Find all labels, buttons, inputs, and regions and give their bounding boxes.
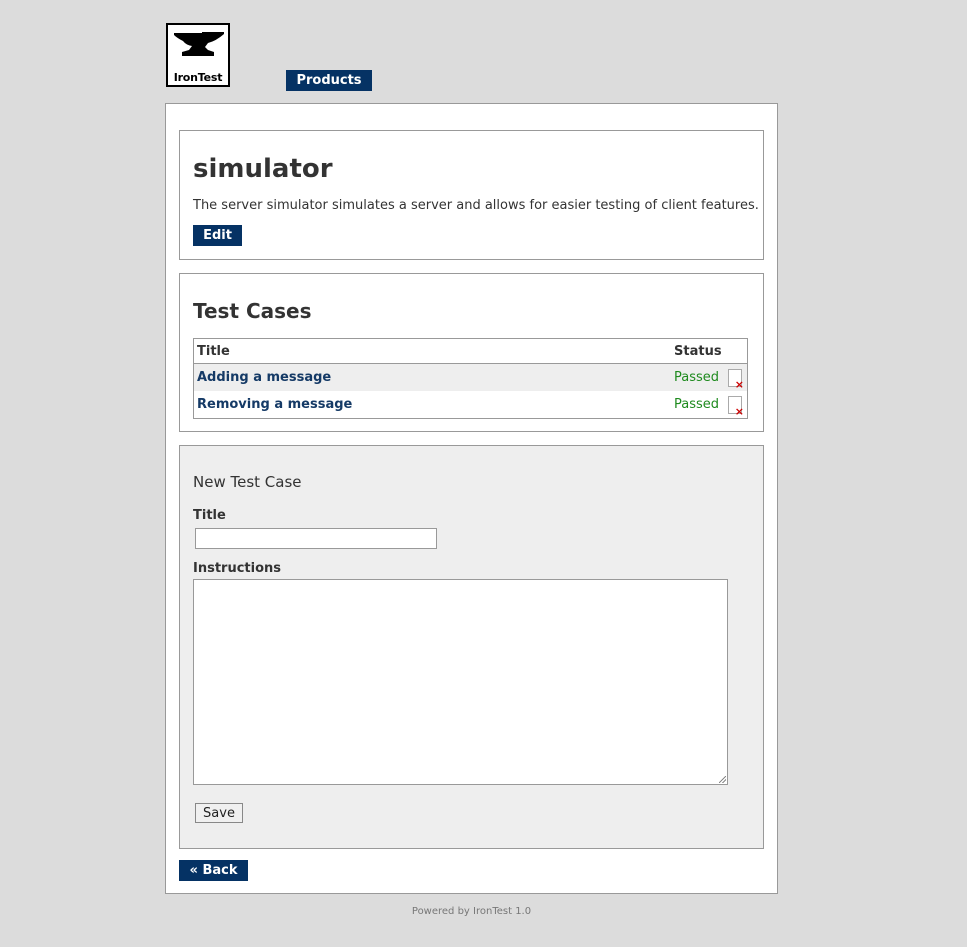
test-case-link[interactable]: Removing a message [197, 397, 352, 412]
footer-text: Powered by IronTest 1.0 [411, 906, 532, 917]
main-container: simulator The server simulator simulates… [165, 103, 778, 894]
products-nav-button[interactable]: Products [286, 70, 372, 91]
test-case-link[interactable]: Adding a message [197, 370, 331, 385]
instructions-label: Instructions [193, 561, 282, 576]
column-header-actions [728, 338, 748, 364]
table-header-row: Title Status [193, 338, 748, 364]
test-cases-table: Title Status Adding a message Passed × R… [193, 338, 748, 419]
status-text: Passed [671, 363, 728, 391]
test-cases-panel: Test Cases Title Status Adding a message… [179, 273, 764, 432]
site-logo[interactable]: IronTest [166, 23, 230, 87]
logo-text: IronTest [173, 71, 223, 84]
anvil-icon [174, 32, 224, 56]
column-header-title: Title [193, 338, 671, 364]
new-test-case-panel: New Test Case Title Instructions Save [179, 445, 764, 849]
back-button[interactable]: « Back [179, 860, 248, 881]
product-description: The server simulator simulates a server … [193, 198, 759, 213]
table-row: Removing a message Passed × [194, 391, 748, 419]
save-button[interactable]: Save [195, 803, 243, 823]
instructions-textarea[interactable] [193, 579, 728, 785]
title-label: Title [193, 508, 226, 523]
edit-button[interactable]: Edit [193, 225, 242, 246]
new-test-case-heading: New Test Case [193, 473, 302, 491]
status-text: Passed [674, 397, 720, 412]
column-header-status: Status [671, 338, 728, 364]
product-title: simulator [193, 154, 333, 184]
test-cases-heading: Test Cases [193, 299, 312, 323]
resize-handle[interactable] [719, 776, 726, 783]
table-row: Adding a message Passed × [193, 363, 748, 391]
delete-icon[interactable]: × [728, 368, 744, 390]
product-panel: simulator The server simulator simulates… [179, 130, 764, 260]
delete-icon[interactable]: × [728, 395, 744, 417]
title-input[interactable] [195, 528, 437, 549]
